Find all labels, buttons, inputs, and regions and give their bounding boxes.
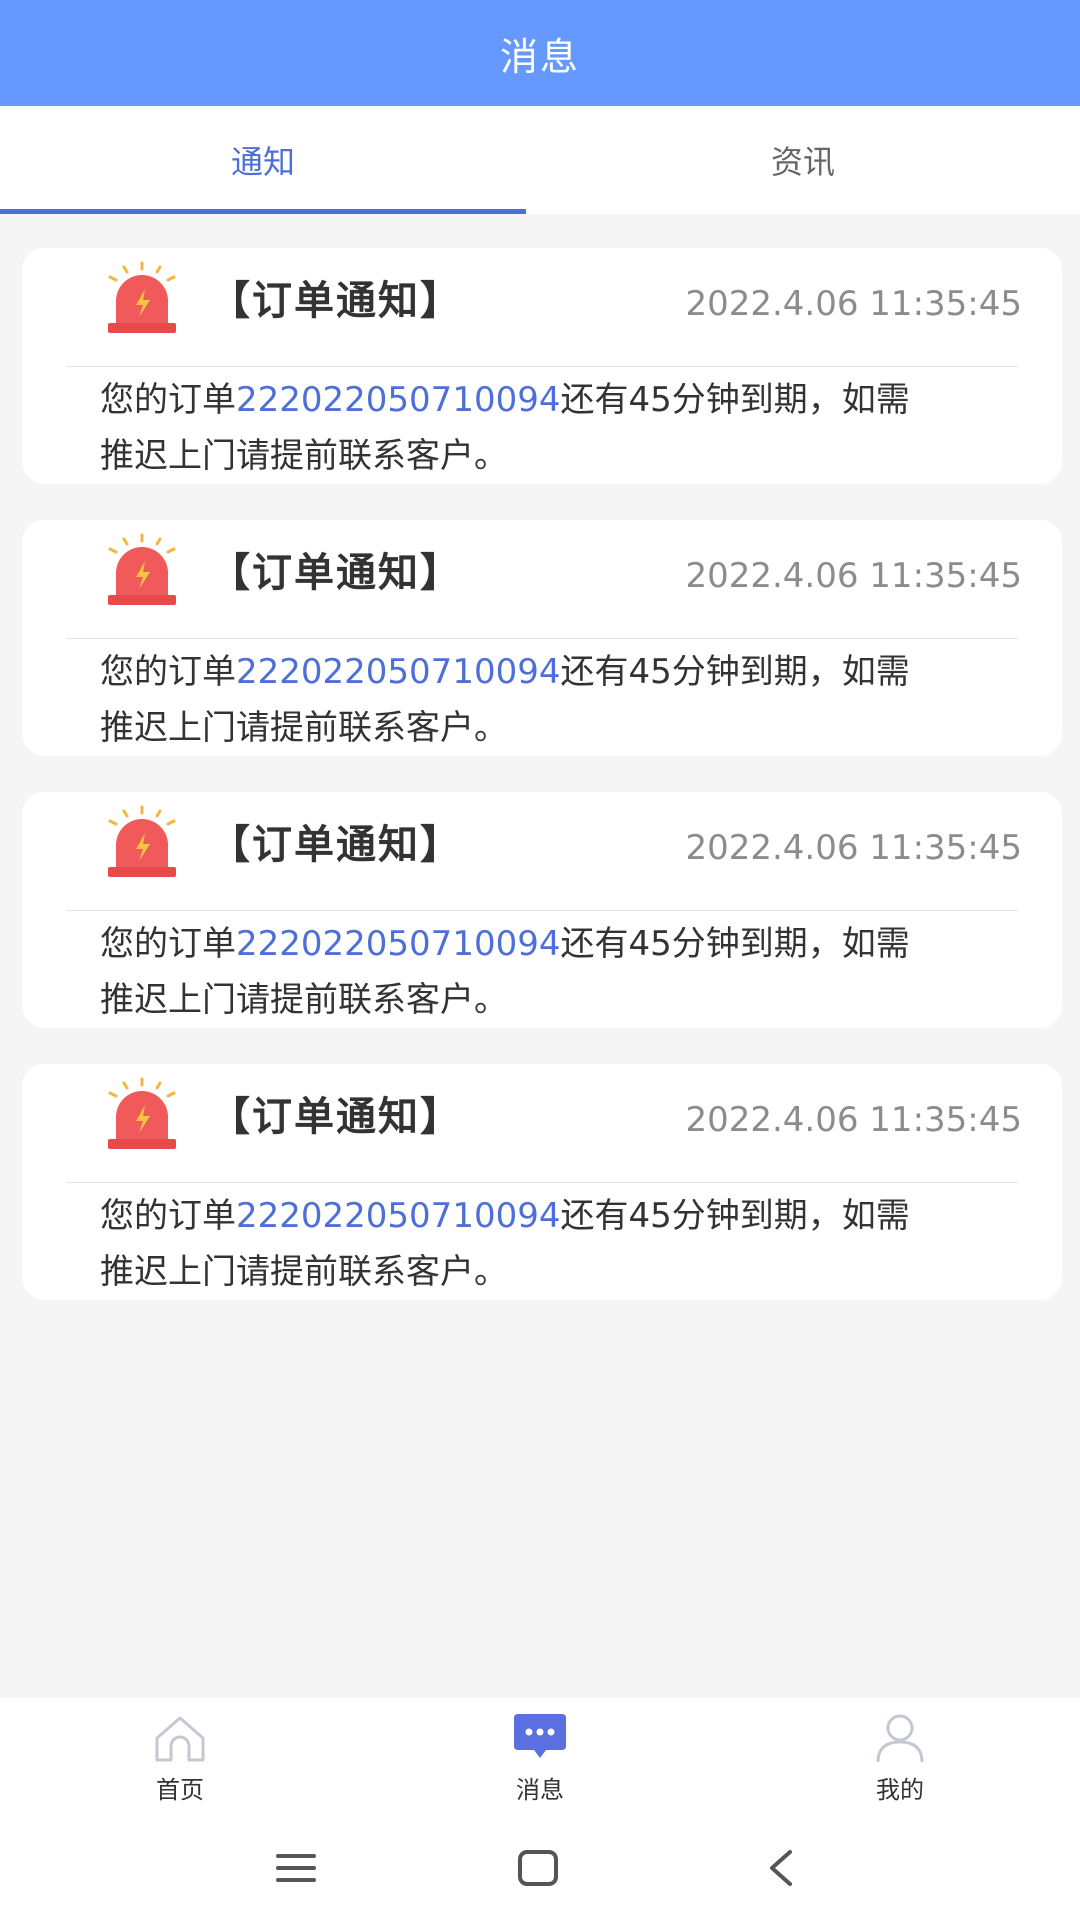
card-divider [66,638,1018,639]
message-icon [514,1714,566,1758]
card-message: 您的订单22202205071009­4还有45分钟到期，如需推迟上门请提前联系… [100,372,940,484]
order-number-link[interactable]: 22202205071009­4 [236,652,560,692]
order-number-link[interactable]: 22202205071009­4 [236,380,560,420]
notification-list: 【订单通知】 2022.4.06 11:35:45 您的订单2220220507… [22,248,1062,1336]
card-message: 您的订单22202205071009­4还有45分钟到期，如需推迟上门请提前联系… [100,644,940,756]
card-timestamp: 2022.4.06 11:35:45 [685,556,1022,596]
order-number-link[interactable]: 22202205071009­4 [236,1196,560,1236]
card-timestamp: 2022.4.06 11:35:45 [685,828,1022,868]
nav-label: 消息 [516,1776,564,1804]
card-header: 【订单通知】 2022.4.06 11:35:45 [22,248,1062,366]
card-message: 您的订单22202205071009­4还有45分钟到期，如需推迟上门请提前联系… [100,916,940,1028]
card-title: 【订单通知】 [210,550,462,596]
back-icon[interactable] [758,1844,806,1892]
menu-icon[interactable] [272,1844,320,1892]
tab-label: 通知 [230,143,295,181]
alarm-light-icon [108,533,176,605]
notification-card[interactable]: 【订单通知】 2022.4.06 11:35:45 您的订单2220220507… [22,1064,1062,1300]
notification-card[interactable]: 【订单通知】 2022.4.06 11:35:45 您的订单2220220507… [22,520,1062,756]
message-prefix: 您的订单 [100,652,236,692]
card-divider [66,910,1018,911]
message-prefix: 您的订单 [100,924,236,964]
card-timestamp: 2022.4.06 11:35:45 [685,284,1022,324]
alarm-light-icon [108,805,176,877]
system-navigation-bar [0,1808,1080,1920]
page-header: 消息 [0,0,1080,106]
card-header: 【订单通知】 2022.4.06 11:35:45 [22,1064,1062,1182]
card-header: 【订单通知】 2022.4.06 11:35:45 [22,520,1062,638]
nav-label: 我的 [876,1776,924,1804]
card-divider [66,1182,1018,1183]
tab-notifications[interactable]: 通知 [0,106,526,214]
notification-card[interactable]: 【订单通知】 2022.4.06 11:35:45 您的订单2220220507… [22,248,1062,484]
page-title: 消息 [499,34,580,79]
card-title: 【订单通知】 [210,1094,462,1140]
card-title: 【订单通知】 [210,822,462,868]
home-icon [155,1716,205,1762]
tab-news[interactable]: 资讯 [526,106,1080,214]
card-timestamp: 2022.4.06 11:35:45 [685,1100,1022,1140]
message-prefix: 您的订单 [100,380,236,420]
card-message: 您的订单22202205071009­4还有45分钟到期，如需推迟上门请提前联系… [100,1188,940,1300]
notification-card[interactable]: 【订单通知】 2022.4.06 11:35:45 您的订单2220220507… [22,792,1062,1028]
message-prefix: 您的订单 [100,1196,236,1236]
bottom-nav: 首页 消息 我的 [0,1698,1080,1808]
alarm-light-icon [108,1077,176,1149]
card-divider [66,366,1018,367]
nav-item-profile[interactable]: 我的 [720,1698,1080,1808]
tab-label: 资讯 [770,143,835,181]
user-icon [876,1714,924,1763]
alarm-light-icon [108,261,176,333]
app-root: 消息 通知 资讯 【订单通知】 2022.4.06 11:35:45 您的订单2… [0,0,1080,1920]
nav-label: 首页 [156,1776,204,1804]
nav-item-messages[interactable]: 消息 [360,1698,720,1808]
card-title: 【订单通知】 [210,278,462,324]
order-number-link[interactable]: 22202205071009­4 [236,924,560,964]
home-square-icon[interactable] [514,1844,562,1892]
card-header: 【订单通知】 2022.4.06 11:35:45 [22,792,1062,910]
tab-bar: 通知 资讯 [0,106,1080,214]
nav-item-home[interactable]: 首页 [0,1698,360,1808]
